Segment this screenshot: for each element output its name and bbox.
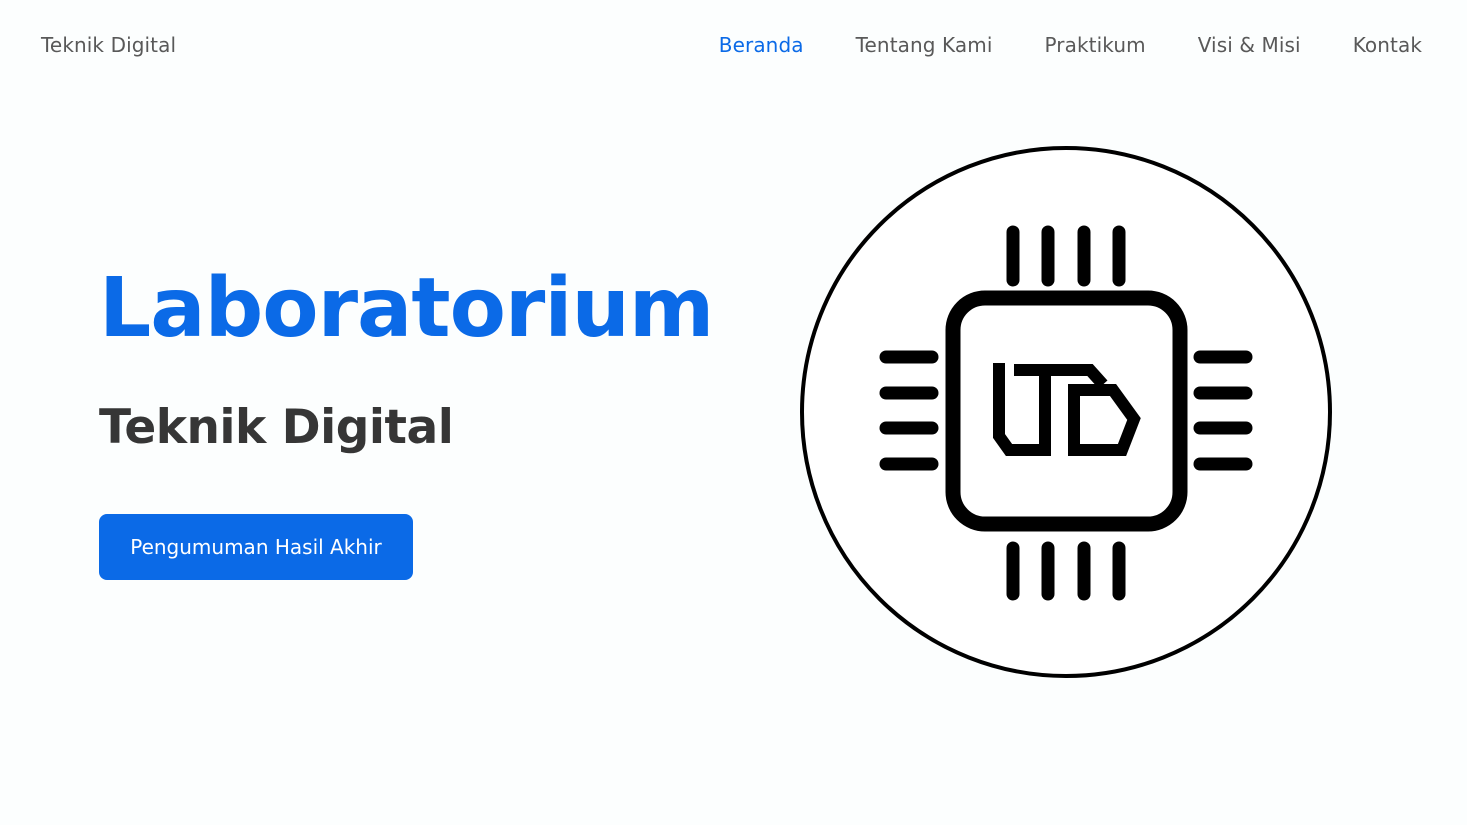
nav-link-beranda[interactable]: Beranda [719, 33, 804, 57]
nav-link-praktikum[interactable]: Praktikum [1045, 33, 1146, 57]
nav-item-tentang-kami: Tentang Kami [856, 33, 993, 57]
nav-link-visi-misi[interactable]: Visi & Misi [1198, 33, 1301, 57]
hero-subtitle: Teknik Digital [99, 400, 454, 455]
nav-link-tentang-kami[interactable]: Tentang Kami [856, 33, 993, 57]
nav-item-beranda: Beranda [719, 33, 804, 57]
brand-link[interactable]: Teknik Digital [41, 33, 176, 57]
nav-item-visi-misi: Visi & Misi [1198, 33, 1301, 57]
nav-menu: Beranda Tentang Kami Praktikum Visi & Mi… [719, 33, 1422, 57]
navbar: Teknik Digital Beranda Tentang Kami Prak… [0, 0, 1467, 94]
page: Teknik Digital Beranda Tentang Kami Prak… [0, 0, 1467, 825]
nav-link-kontak[interactable]: Kontak [1353, 33, 1422, 57]
hero-title: Laboratorium [99, 261, 714, 356]
chip-logo-icon [800, 146, 1332, 678]
nav-item-praktikum: Praktikum [1045, 33, 1146, 57]
announcement-button[interactable]: Pengumuman Hasil Akhir [99, 514, 413, 580]
nav-item-kontak: Kontak [1353, 33, 1422, 57]
